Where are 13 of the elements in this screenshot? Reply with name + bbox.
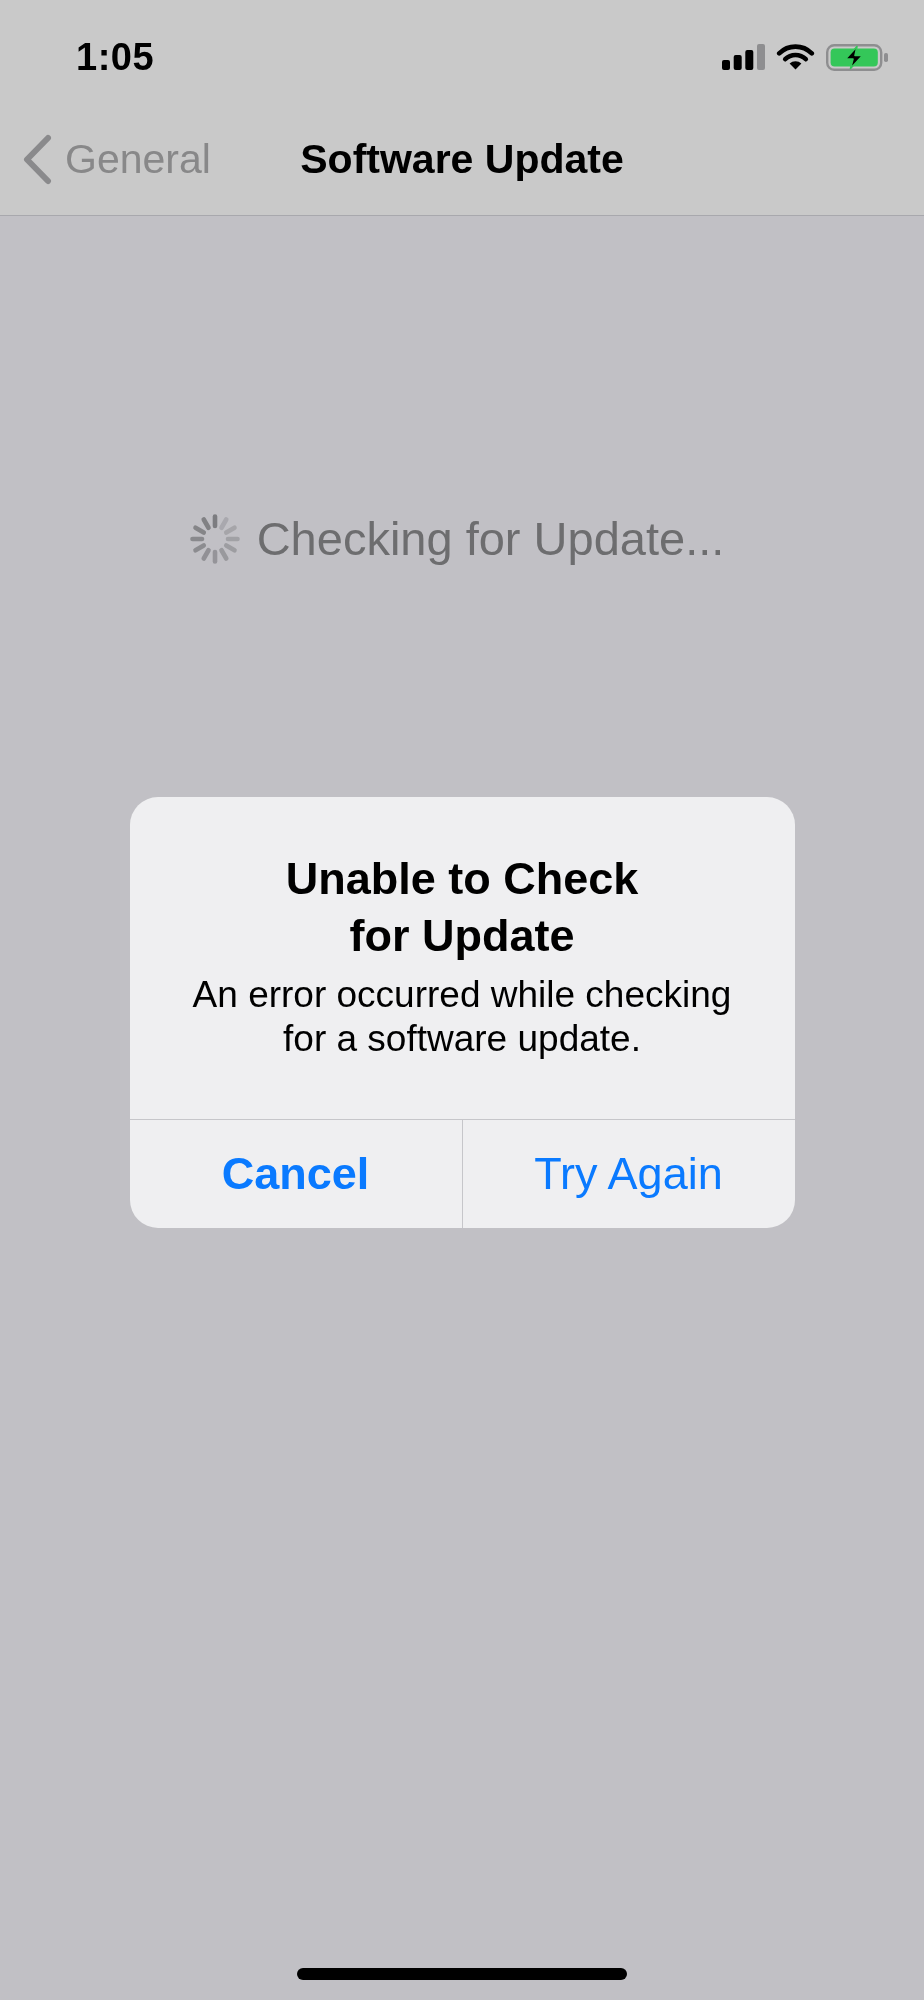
alert-title: Unable to Check for Update (284, 852, 640, 963)
alert-button[interactable]: Cancel (129, 1120, 462, 1228)
nav-title: Software Update (300, 136, 624, 183)
alert-message: An error occurred while checking for a software update. (191, 973, 733, 1061)
status-time: 1:05 (76, 35, 155, 79)
signal-icon (722, 44, 765, 70)
alert-button[interactable]: Try Again (461, 1120, 795, 1228)
back-button[interactable]: General (0, 134, 211, 185)
status-text: Checking for Update... (256, 511, 725, 566)
back-chevron-icon (22, 134, 52, 185)
battery-charging-icon (826, 43, 888, 71)
spinner-icon (189, 513, 240, 564)
wifi-icon (776, 44, 815, 70)
